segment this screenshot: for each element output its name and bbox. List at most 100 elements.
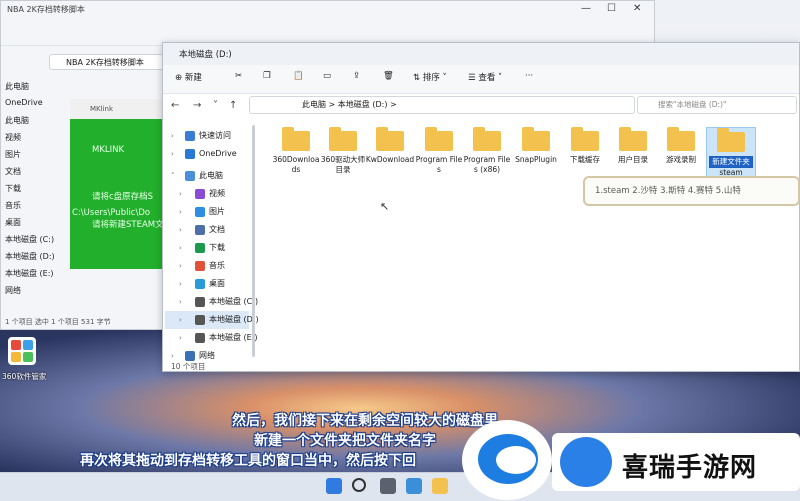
search-icon[interactable] — [352, 478, 366, 492]
file-explorer-icon[interactable] — [432, 478, 448, 494]
chevron-right-icon[interactable]: › — [179, 275, 182, 293]
more-button[interactable]: ··· — [525, 71, 533, 81]
back-arrow-icon[interactable]: ← — [171, 100, 179, 111]
task-view-icon[interactable] — [380, 478, 396, 494]
back-address-bar[interactable]: NBA 2K存档转移脚本 — [49, 54, 167, 70]
ime-candidate-box[interactable]: 1.steam 2.沙特 3.斯特 4.赛特 5.山特 — [583, 176, 800, 206]
subtitle-line: 然后，我们接下来在剩余空间较大的磁盘里 — [232, 413, 498, 429]
copy-icon[interactable]: ❐ — [263, 71, 271, 81]
search-input[interactable]: 搜索"本地磁盘 (D:)" — [637, 96, 797, 114]
maximize-icon[interactable]: ☐ — [607, 3, 616, 14]
network-icon — [185, 351, 195, 361]
back-sidebar-item[interactable]: 图片 — [1, 149, 71, 166]
widgets-icon[interactable] — [406, 478, 422, 494]
back-sidebar-item[interactable]: 音乐 — [1, 200, 71, 217]
paste-icon[interactable]: 📋 — [293, 71, 304, 81]
back-sidebar-item[interactable]: OneDrive — [1, 98, 71, 115]
subtitle-line: 再次将其拖动到存档转移工具的窗口当中，然后按下回 — [80, 453, 416, 469]
nav-item-onedrive[interactable]: › OneDrive — [165, 145, 249, 163]
close-icon[interactable]: ✕ — [633, 3, 641, 14]
folder-item[interactable]: 用户目录 — [608, 127, 658, 165]
folder-item[interactable]: 360驱动大师目录 — [318, 127, 368, 175]
folder-item[interactable]: KwDownload — [365, 127, 415, 165]
folder-item[interactable]: Program Files — [414, 127, 464, 175]
sidebar-scrollbar[interactable] — [252, 125, 255, 357]
back-sidebar-item[interactable]: 文档 — [1, 166, 71, 183]
delete-icon[interactable]: 🗑 — [383, 71, 394, 81]
explorer-window[interactable]: 本地磁盘 (D:) ⊕ 新建 ✂ ❐ 📋 ▭ ⇪ 🗑 ⇅ 排序 ˅ ☰ 查看 ˅… — [162, 42, 800, 372]
folder-icon — [571, 127, 599, 151]
title-bar — [163, 43, 799, 65]
back-sidebar-item[interactable]: 网络 — [1, 285, 71, 302]
app-360-icon[interactable] — [8, 337, 36, 365]
cut-icon[interactable]: ✂ — [235, 71, 242, 81]
nav-item-music[interactable]: › 音乐 — [165, 257, 249, 275]
back-sidebar-item[interactable]: 本地磁盘 (D:) — [1, 251, 71, 268]
minimize-icon[interactable]: — — [581, 3, 591, 14]
back-sidebar-item[interactable]: 桌面 — [1, 217, 71, 234]
breadcrumb-item[interactable]: 本地磁盘 (D:) — [338, 100, 388, 109]
window-title: NBA 2K存档转移脚本 — [7, 5, 85, 14]
app-icon-tile — [23, 352, 33, 362]
share-icon[interactable]: ⇪ — [353, 71, 360, 81]
chevron-right-icon[interactable]: › — [179, 257, 182, 275]
chevron-down-icon[interactable]: ˅ — [171, 167, 175, 185]
address-bar[interactable]: 此电脑 > 本地磁盘 (D:) > — [249, 96, 635, 114]
breadcrumb-item[interactable]: 此电脑 — [302, 100, 326, 109]
document-icon — [195, 225, 205, 235]
history-chevron-icon[interactable]: ˅ — [213, 100, 218, 111]
folder-icon — [619, 127, 647, 151]
nav-item-desktop[interactable]: › 桌面 — [165, 275, 249, 293]
view-label: 查看 — [478, 73, 496, 83]
chevron-right-icon[interactable]: › — [179, 293, 182, 311]
chevron-right-icon[interactable]: › — [171, 145, 174, 163]
sort-button[interactable]: ⇅ 排序 ˅ — [413, 71, 447, 83]
up-arrow-icon[interactable]: ↑ — [229, 100, 237, 111]
music-icon — [195, 261, 205, 271]
new-button[interactable]: ⊕ 新建 — [175, 71, 202, 83]
nav-item-pictures[interactable]: › 图片 — [165, 203, 249, 221]
chevron-right-icon[interactable]: › — [179, 221, 182, 239]
nav-item-quick-access[interactable]: › 快速访问 — [165, 127, 249, 145]
start-icon[interactable] — [326, 478, 342, 494]
app-icon-tile — [11, 340, 21, 350]
back-sidebar-item[interactable]: 视频 — [1, 132, 71, 149]
nav-item-this-pc[interactable]: ˅ 此电脑 — [165, 167, 249, 185]
folder-item-new[interactable]: 新建文件夹 steam — [706, 127, 756, 179]
nav-item-drive-d[interactable]: › 本地磁盘 (D:) — [165, 311, 259, 329]
app-icon-tile — [23, 340, 33, 350]
chevron-right-icon[interactable]: › — [179, 329, 182, 347]
folder-item[interactable]: 游戏录制 — [656, 127, 706, 165]
forward-arrow-icon[interactable]: → — [193, 100, 201, 111]
view-button[interactable]: ☰ 查看 ˅ — [468, 71, 502, 83]
nav-label: 网络 — [199, 351, 215, 360]
folder-icon — [282, 127, 310, 151]
nav-item-documents[interactable]: › 文档 — [165, 221, 249, 239]
mklink-window[interactable] — [70, 99, 165, 269]
nav-item-drive-c[interactable]: › 本地磁盘 (C:) — [165, 293, 258, 311]
app-360-label: 360软件管家 — [2, 372, 47, 381]
nav-item-videos[interactable]: › 视频 — [165, 185, 249, 203]
nav-item-downloads[interactable]: › 下载 — [165, 239, 249, 257]
back-sidebar-item[interactable]: 此电脑 — [1, 81, 71, 98]
window-title: 本地磁盘 (D:) — [179, 50, 232, 60]
folder-label: 360驱动大师目录 — [320, 155, 366, 174]
chevron-right-icon[interactable]: › — [179, 203, 182, 221]
folder-item[interactable]: Program Files (x86) — [462, 127, 512, 175]
chevron-right-icon[interactable]: › — [179, 311, 182, 329]
rename-icon[interactable]: ▭ — [323, 71, 331, 81]
chevron-right-icon[interactable]: › — [179, 239, 182, 257]
back-sidebar-item[interactable]: 下载 — [1, 183, 71, 200]
rename-old-name[interactable]: 新建文件夹 — [709, 156, 753, 168]
chevron-right-icon[interactable]: › — [171, 127, 174, 145]
chevron-right-icon[interactable]: › — [179, 185, 182, 203]
nav-item-drive-e[interactable]: › 本地磁盘 (E:) — [165, 329, 258, 347]
folder-item[interactable]: 下载缓存 — [560, 127, 610, 165]
back-sidebar-item[interactable]: 本地磁盘 (C:) — [1, 234, 71, 251]
folder-label: Program Files (x86) — [463, 155, 511, 174]
back-sidebar-item[interactable]: 本地磁盘 (E:) — [1, 268, 71, 285]
folder-item[interactable]: 360Downloads — [271, 127, 321, 175]
folder-item[interactable]: SnapPlugin — [511, 127, 561, 165]
back-sidebar-item[interactable]: 此电脑 — [1, 115, 71, 132]
folder-icon — [329, 127, 357, 151]
